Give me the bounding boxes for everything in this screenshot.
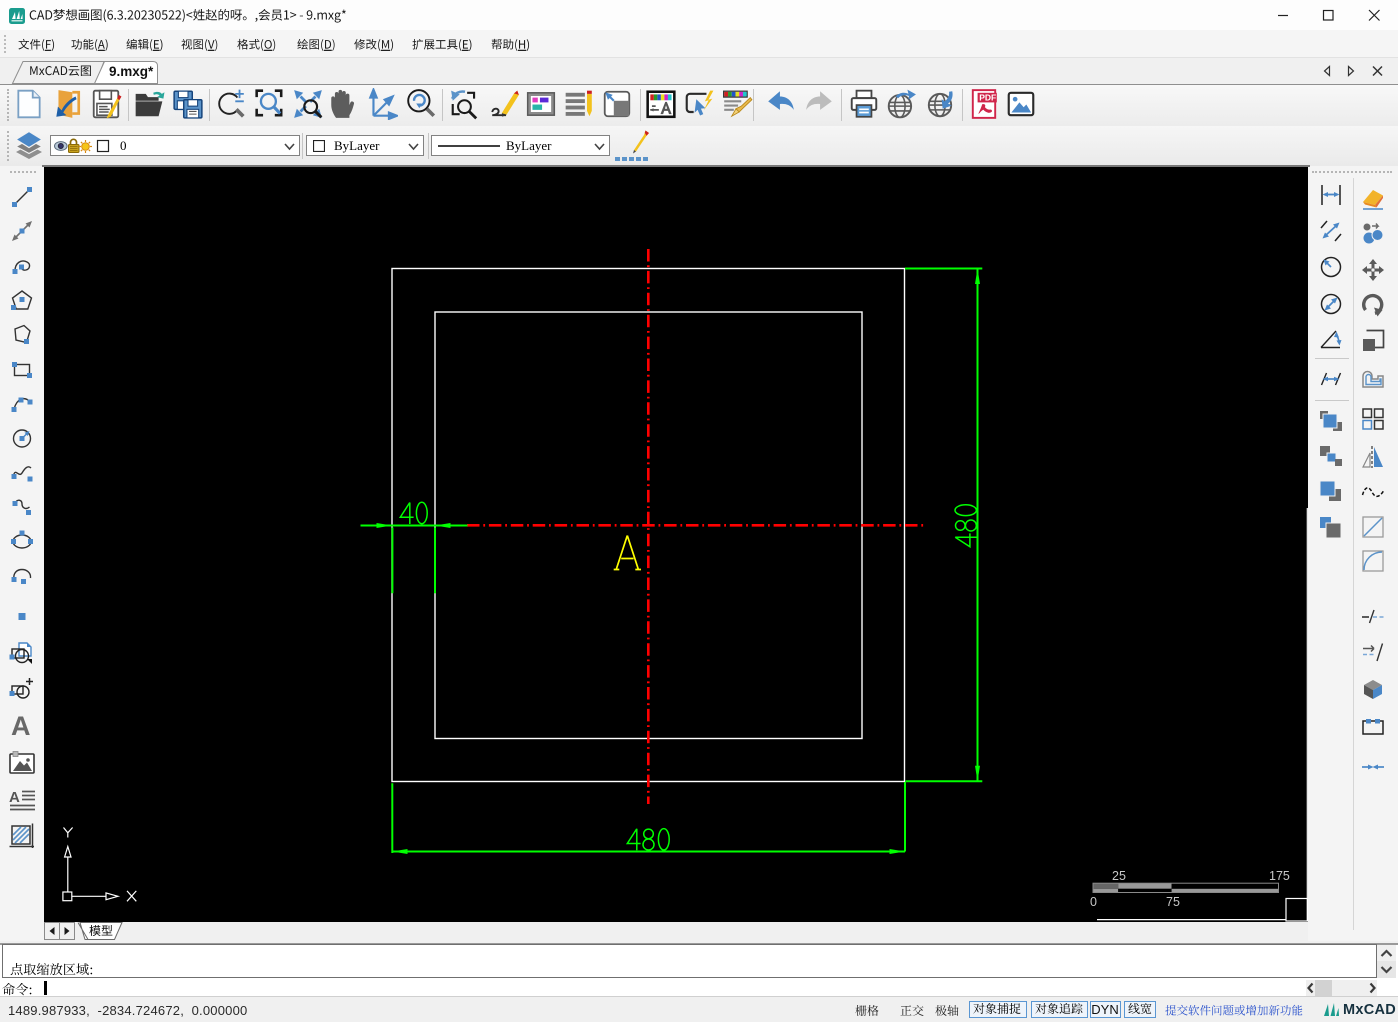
svg-text:PDF: PDF [979,93,996,103]
svg-text:A: A [9,789,20,806]
svg-text:75: 75 [1166,895,1180,909]
svg-text:175: 175 [1269,869,1290,883]
svg-text:0: 0 [1090,895,1097,909]
svg-text:25: 25 [1112,869,1126,883]
